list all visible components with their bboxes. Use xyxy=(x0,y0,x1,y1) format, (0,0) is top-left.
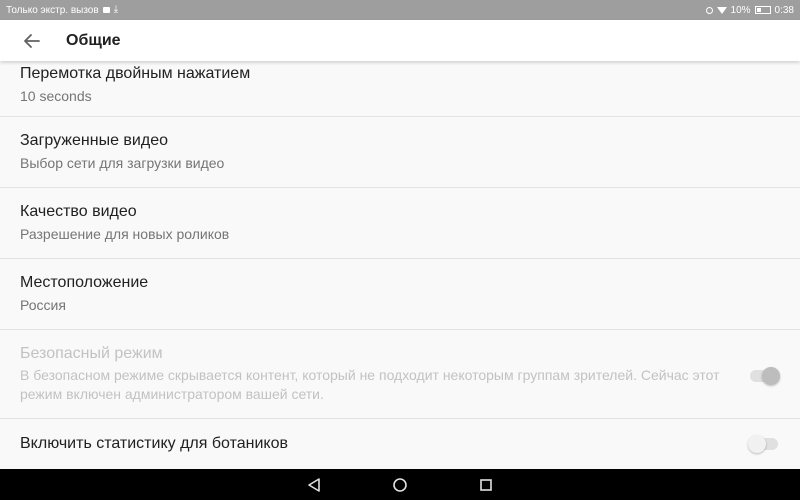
setting-summary: Разрешение для новых роликов xyxy=(20,226,230,242)
app-bar: Общие xyxy=(0,20,800,61)
nav-back-button[interactable] xyxy=(305,476,323,494)
alarm-icon xyxy=(705,6,713,14)
setting-title: Включить статистику для ботаников xyxy=(20,435,288,452)
setting-summary: Россия xyxy=(20,297,66,313)
status-bar-right: 10% 0:38 xyxy=(705,4,794,16)
nav-recents-button[interactable] xyxy=(477,476,495,494)
download-icon: ⤓ xyxy=(113,4,119,15)
setting-summary: В безопасном режиме скрывается контент, … xyxy=(20,367,720,402)
setting-title: Загруженные видео xyxy=(20,132,168,149)
battery-percent: 10% xyxy=(730,4,751,16)
navigation-bar xyxy=(0,469,800,500)
triangle-back-icon xyxy=(308,477,320,492)
arrow-left-icon xyxy=(24,33,40,48)
wifi-icon xyxy=(716,6,727,14)
status-time: 0:38 xyxy=(774,4,794,16)
setting-restricted-mode: Безопасный режим В безопасном режиме скр… xyxy=(0,330,800,419)
setting-title: Качество видео xyxy=(20,203,137,220)
setting-title: Безопасный режим xyxy=(20,345,163,362)
status-bar-left: Только экстр. вызов ⤓ xyxy=(6,5,118,16)
setting-video-quality[interactable]: Качество видео Разрешение для новых роли… xyxy=(0,188,800,259)
status-bar: Только экстр. вызов ⤓ 10% 0:38 xyxy=(0,0,800,20)
setting-title: Местоположение xyxy=(20,274,149,291)
stats-for-nerds-switch[interactable] xyxy=(748,435,778,453)
back-button[interactable] xyxy=(12,21,52,61)
setting-title: Перемотка двойным нажатием xyxy=(20,65,251,82)
nav-home-button[interactable] xyxy=(391,476,409,494)
page-title: Общие xyxy=(66,31,121,49)
circle-home-icon xyxy=(393,477,407,492)
settings-list[interactable]: Перемотка двойным нажатием 10 seconds За… xyxy=(0,61,800,469)
status-emergency-text: Только экстр. вызов xyxy=(6,4,99,16)
switch-thumb xyxy=(762,367,780,385)
setting-stats-for-nerds[interactable]: Включить статистику для ботаников xyxy=(0,419,800,468)
setting-double-tap-seek[interactable]: Перемотка двойным нажатием 10 seconds xyxy=(0,61,800,117)
square-recents-icon xyxy=(480,478,492,491)
setting-summary: Выбор сети для загрузки видео xyxy=(20,155,225,171)
battery-icon xyxy=(754,6,771,14)
chat-notification-icon xyxy=(102,7,110,13)
setting-downloaded-videos[interactable]: Загруженные видео Выбор сети для загрузк… xyxy=(0,117,800,188)
switch-thumb xyxy=(748,435,766,453)
setting-location[interactable]: Местоположение Россия xyxy=(0,259,800,330)
setting-summary: 10 seconds xyxy=(20,88,92,104)
restricted-mode-switch xyxy=(750,367,780,385)
